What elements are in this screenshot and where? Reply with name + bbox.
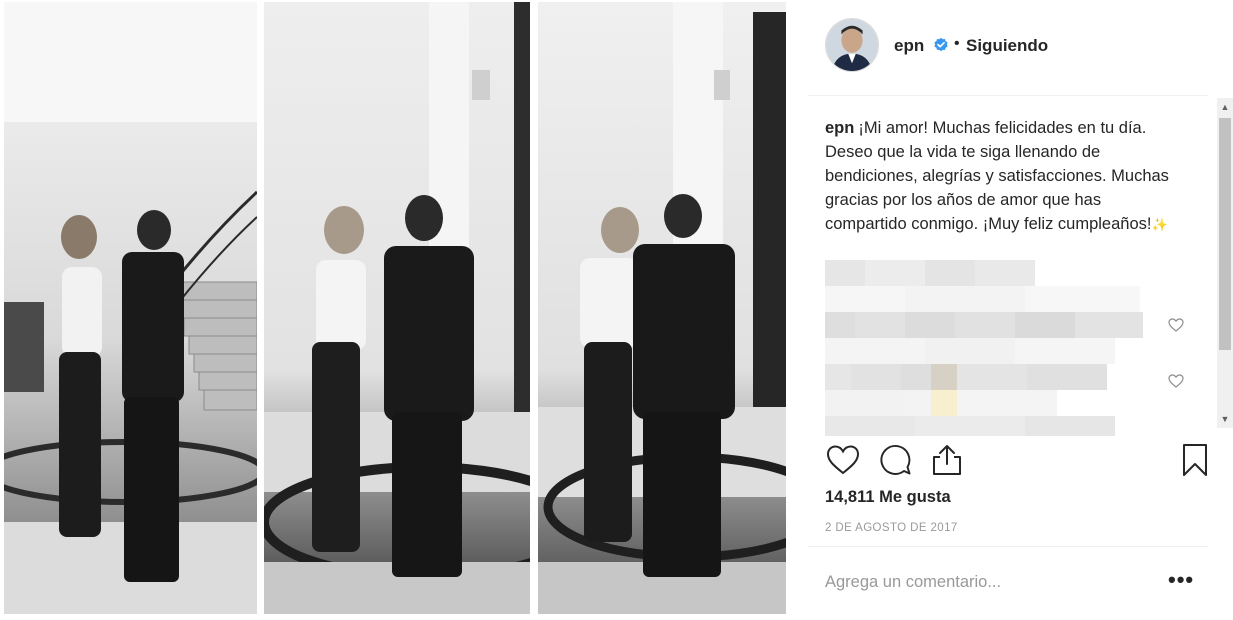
- blurred-comment: [825, 338, 1115, 364]
- share-button[interactable]: [929, 442, 965, 478]
- add-comment-section: •••: [808, 546, 1208, 620]
- scroll-down-arrow-icon[interactable]: ▼: [1217, 410, 1233, 428]
- bookmark-icon: [1183, 444, 1207, 476]
- post-sidebar: epn • Siguiendo epn ¡Mi amor! Muchas feli…: [808, 0, 1233, 620]
- comment-like-heart-icon[interactable]: [1168, 374, 1184, 388]
- more-options-icon[interactable]: •••: [1168, 567, 1194, 593]
- photo-panel-3: [538, 2, 786, 614]
- blurred-comment: [825, 416, 1115, 436]
- caption-username[interactable]: epn: [825, 119, 854, 137]
- share-icon: [933, 445, 961, 475]
- post-header: epn • Siguiendo: [808, 0, 1208, 96]
- separator-dot: •: [954, 35, 960, 52]
- caption: epn ¡Mi amor! Muchas felicidades en tu dí…: [825, 116, 1170, 237]
- sparkles-icon: ✨: [1151, 217, 1168, 232]
- comment-icon: [880, 445, 911, 475]
- like-button[interactable]: [825, 442, 861, 478]
- photo-panel-1: [4, 2, 257, 614]
- post-photo[interactable]: [0, 0, 790, 620]
- blurred-comment: [825, 390, 1057, 416]
- avatar[interactable]: [825, 18, 879, 72]
- scroll-up-arrow-icon[interactable]: ▲: [1217, 98, 1233, 116]
- comments-scrollbar[interactable]: ▲ ▼: [1217, 98, 1233, 428]
- post-date: 2 DE AGOSTO DE 2017: [825, 522, 958, 534]
- photo-panel-2: [264, 2, 530, 614]
- comments-list[interactable]: epn ¡Mi amor! Muchas felicidades en tu dí…: [825, 116, 1170, 436]
- blurred-comment: [825, 286, 1140, 312]
- action-bar: [825, 440, 1208, 480]
- blurred-comment: [825, 312, 1143, 338]
- heart-icon: [826, 445, 860, 475]
- header-username[interactable]: epn: [894, 36, 924, 56]
- caption-text: ¡Mi amor! Muchas felicidades en tu día. …: [825, 119, 1169, 233]
- follow-status-button[interactable]: Siguiendo: [966, 36, 1048, 56]
- blurred-comment: [825, 260, 1035, 286]
- comment-like-heart-icon[interactable]: [1168, 318, 1184, 332]
- likes-count[interactable]: 14,811 Me gusta: [825, 488, 951, 507]
- verified-badge-icon: [934, 37, 948, 52]
- save-button[interactable]: [1177, 442, 1213, 478]
- blurred-comment: [825, 364, 1107, 390]
- comment-input[interactable]: [825, 573, 1155, 592]
- comment-button[interactable]: [877, 442, 913, 478]
- scroll-thumb[interactable]: [1219, 118, 1231, 350]
